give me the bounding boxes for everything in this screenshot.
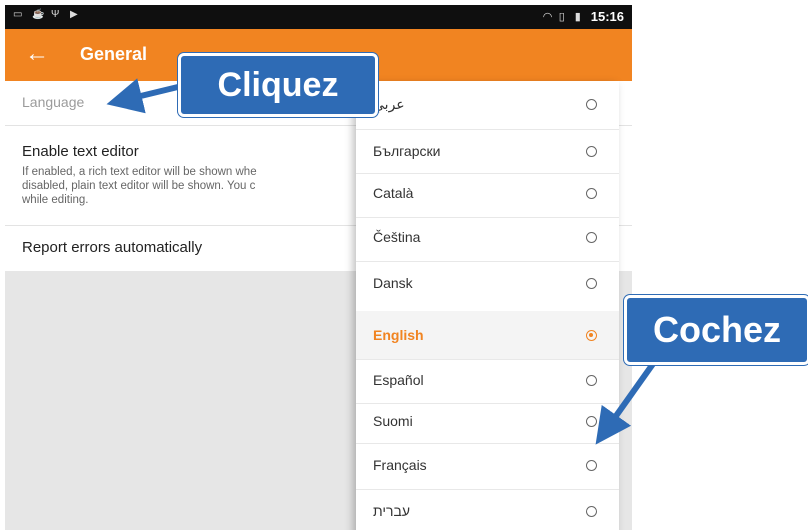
language-option[interactable]: Français [356, 443, 619, 490]
setting-text-editor-title: Enable text editor [22, 143, 139, 160]
language-option-label: Español [373, 372, 424, 388]
language-option[interactable]: Català [356, 173, 619, 218]
setting-language-label: Language [22, 94, 85, 110]
language-option-label: Dansk [373, 275, 413, 291]
wifi-icon: ◠ [542, 10, 553, 23]
language-option-label: English [373, 327, 424, 343]
image-icon: ▭ [13, 9, 23, 20]
radio-unchecked-icon[interactable] [586, 146, 597, 157]
language-option[interactable]: Suomi [356, 403, 619, 444]
language-option[interactable]: Español [356, 359, 619, 404]
language-dropdown: عربي Български Català Čeština Dansk English Es… [356, 81, 619, 530]
screenshot-frame: ▭ ☕ Ψ ▶ ◠ ▯ ▮ 15:16 ← General Language E… [0, 0, 808, 530]
language-option[interactable]: עברית [356, 489, 619, 530]
cliquez-callout: Cliquez [178, 53, 378, 117]
status-bar: ▭ ☕ Ψ ▶ ◠ ▯ ▮ 15:16 [5, 5, 632, 29]
language-option-label: Čeština [373, 229, 421, 245]
usb-icon: Ψ [51, 9, 60, 20]
radio-unchecked-icon[interactable] [586, 460, 597, 471]
setting-report-errors-label: Report errors automatically [22, 239, 203, 256]
setting-text-editor-description: If enabled, a rich text editor will be s… [22, 166, 257, 206]
status-time: 15:16 [590, 9, 624, 24]
language-option-label: Català [373, 185, 414, 201]
radio-unchecked-icon[interactable] [586, 99, 597, 110]
language-option[interactable]: Čeština [356, 217, 619, 262]
language-option-label: Français [373, 457, 427, 473]
radio-unchecked-icon[interactable] [586, 416, 597, 427]
radio-checked-icon[interactable] [586, 330, 597, 341]
language-option-label: עברית [373, 503, 411, 519]
radio-unchecked-icon[interactable] [586, 232, 597, 243]
play-icon: ▶ [70, 9, 78, 20]
radio-dot [589, 333, 593, 337]
language-option-label: Български [373, 143, 441, 159]
language-option[interactable]: Български [356, 129, 619, 174]
radio-unchecked-icon[interactable] [586, 278, 597, 289]
status-bar-right: ◠ ▯ ▮ 15:16 [543, 9, 624, 24]
language-option[interactable]: Dansk [356, 261, 619, 312]
page-title: General [80, 44, 148, 64]
coffee-icon: ☕ [32, 9, 45, 20]
language-option[interactable]: عربي [356, 81, 619, 130]
language-option[interactable]: English [356, 311, 619, 360]
status-bar-left-icons: ▭ ☕ Ψ ▶ [13, 10, 80, 20]
radio-unchecked-icon[interactable] [586, 506, 597, 517]
language-option-label: Suomi [373, 413, 413, 429]
no-sim-icon: ▯ [558, 10, 565, 23]
cochez-callout: Cochez [624, 295, 808, 365]
battery-icon: ▮ [574, 10, 581, 23]
radio-unchecked-icon[interactable] [586, 188, 597, 199]
radio-unchecked-icon[interactable] [586, 375, 597, 386]
arrow-left-icon[interactable]: ← [25, 41, 51, 67]
